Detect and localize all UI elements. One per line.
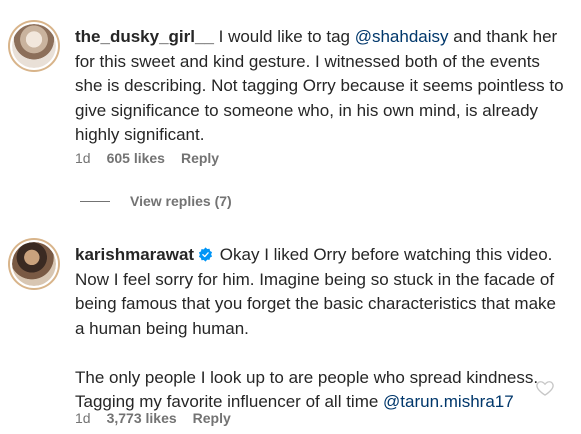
mention-link[interactable]: @tarun.mishra17	[383, 392, 514, 411]
reply-button[interactable]: Reply	[193, 410, 231, 426]
verified-badge-icon	[199, 247, 213, 262]
comment-text: the_dusky_girl__ I would like to tag @sh…	[75, 27, 564, 144]
view-replies-button[interactable]: View replies (7)	[80, 190, 232, 212]
comment-meta: 1d 605 likes Reply	[75, 150, 219, 166]
comment-age: 1d	[75, 150, 91, 166]
heart-outline-icon[interactable]	[535, 378, 555, 398]
avatar[interactable]	[10, 240, 58, 288]
likes-count[interactable]: 3,773 likes	[107, 410, 177, 426]
likes-count[interactable]: 605 likes	[107, 150, 165, 166]
comment-username[interactable]: karishmarawat	[75, 245, 194, 264]
comment-age: 1d	[75, 410, 91, 426]
reply-button[interactable]: Reply	[181, 150, 219, 166]
mention-link[interactable]: @shahdaisy	[355, 27, 449, 46]
comment-text: karishmarawat Okay I liked Orry before w…	[75, 245, 556, 411]
comment-username[interactable]: the_dusky_girl__	[75, 27, 214, 46]
avatar[interactable]	[10, 22, 58, 70]
comment-meta: 1d 3,773 likes Reply	[75, 410, 231, 426]
divider	[80, 200, 110, 202]
